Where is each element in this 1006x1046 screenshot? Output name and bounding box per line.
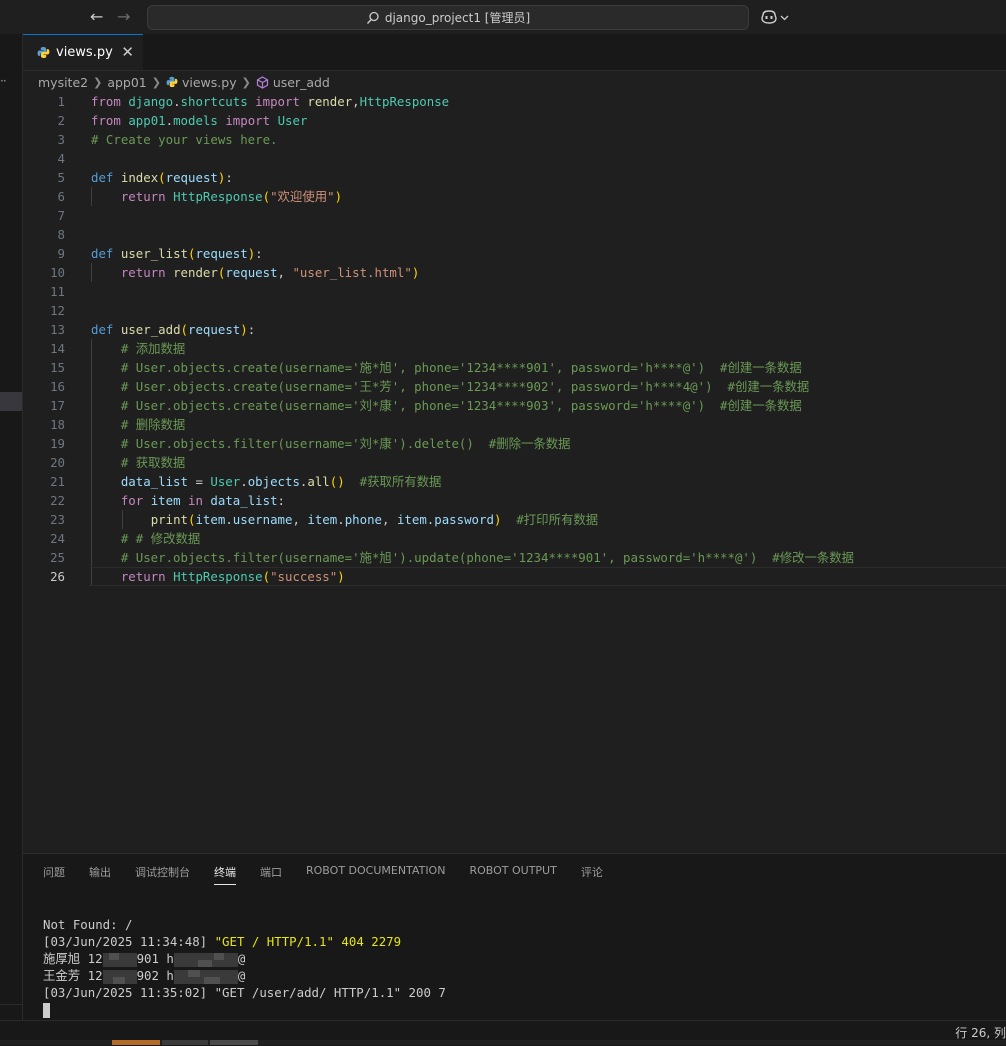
- panel-tabs: 问题 输出 调试控制台 终端 端口 ROBOT DOCUMENTATION RO…: [43, 864, 603, 885]
- terminal-cursor-line: [43, 1001, 446, 1018]
- title-bar: ← → django_project1 [管理员]: [0, 0, 1006, 34]
- tab-ports[interactable]: 端口: [260, 864, 282, 884]
- editor-tab-bar: views.py ✕: [23, 34, 1006, 71]
- code-line: 5 def index(request):: [57, 170, 233, 185]
- code-line: 8: [57, 227, 65, 242]
- activity-selection[interactable]: [0, 392, 22, 411]
- breadcrumb: mysite2 ❯ app01 ❯ views.py ❯ user_add: [38, 72, 330, 92]
- terminal-line: 王金芳 12 902 h @: [43, 968, 246, 984]
- window-title: django_project1 [管理员]: [384, 11, 531, 25]
- code-line: 12: [50, 303, 65, 318]
- copilot-icon: [761, 10, 777, 24]
- breadcrumb-folder-app01[interactable]: app01: [107, 75, 146, 90]
- terminal-output[interactable]: Not Found: / [03/Jun/2025 11:34:48] "GET…: [43, 916, 446, 1018]
- tab-views-py[interactable]: views.py ✕: [23, 34, 143, 70]
- close-icon[interactable]: ✕: [121, 44, 134, 60]
- chevron-right-icon: ❯: [151, 75, 161, 89]
- taskbar-item[interactable]: [210, 1040, 258, 1045]
- code-line: 4: [57, 151, 65, 166]
- divider: [0, 1004, 22, 1005]
- tab-debug-console[interactable]: 调试控制台: [135, 864, 190, 884]
- copilot-button[interactable]: [760, 9, 789, 25]
- taskbar-strip: [0, 1040, 1006, 1045]
- cursor-position[interactable]: 行 26, 列: [955, 1024, 1006, 1041]
- redacted-block: [173, 969, 238, 984]
- code-line: 15 # User.objects.create(username='施*旭',…: [50, 360, 802, 375]
- terminal-cursor: [43, 1003, 50, 1018]
- bottom-panel: 问题 输出 调试控制台 终端 端口 ROBOT DOCUMENTATION RO…: [23, 853, 1006, 1021]
- redacted-block: [173, 952, 238, 967]
- terminal-line: [03/Jun/2025 11:35:02] "GET /user/add/ H…: [43, 985, 446, 1000]
- code-line: 9 def user_list(request):: [57, 246, 263, 261]
- redacted-block: [102, 952, 137, 967]
- python-file-icon: [166, 76, 178, 88]
- terminal-line: 施厚旭 12 901 h @: [43, 951, 246, 967]
- chevron-right-icon: ❯: [93, 75, 103, 89]
- tab-terminal[interactable]: 终端: [214, 864, 236, 885]
- arrow-left-icon[interactable]: ←: [90, 8, 103, 26]
- more-icon[interactable]: ··: [0, 74, 7, 88]
- tab-output[interactable]: 输出: [89, 864, 111, 884]
- python-file-icon: [37, 47, 50, 58]
- code-line: 18 # 删除数据: [50, 417, 186, 432]
- code-line: 16 # User.objects.create(username='王*芳',…: [50, 379, 810, 394]
- code-line-current: 26 return HttpResponse("success"): [23, 567, 1006, 586]
- tab-robot-output[interactable]: ROBOT OUTPUT: [469, 864, 556, 884]
- code-line: 3 # Create your views here.: [57, 132, 278, 147]
- terminal-line: Not Found: /: [43, 917, 133, 932]
- code-line: 21 data_list = User.objects.all() #获取所有数…: [50, 474, 442, 489]
- chevron-down-icon: [780, 15, 789, 20]
- activity-bar: ··: [0, 34, 23, 1040]
- breadcrumb-folder-mysite2[interactable]: mysite2: [38, 75, 88, 90]
- code-line: 14 # 添加数据: [50, 341, 186, 356]
- tab-comments[interactable]: 评论: [581, 864, 603, 884]
- arrow-right-icon[interactable]: →: [117, 8, 130, 26]
- search-icon: [366, 11, 379, 24]
- redacted-block: [102, 969, 137, 984]
- code-line: 22 for item in data_list:: [50, 493, 286, 508]
- code-line: 17 # User.objects.create(username='刘*康',…: [50, 398, 802, 413]
- code-line: 19 # User.objects.filter(username='刘*康')…: [50, 436, 571, 451]
- code-line: 13 def user_add(request):: [50, 322, 256, 337]
- code-editor[interactable]: 1 from django.shortcuts import render,Htt…: [23, 92, 1006, 852]
- code-lines: 1 from django.shortcuts import render,Htt…: [23, 92, 1006, 586]
- code-line: 1 from django.shortcuts import render,Htt…: [57, 94, 450, 109]
- code-line: 2 from app01.models import User: [57, 113, 308, 128]
- breadcrumb-symbol[interactable]: user_add: [273, 75, 330, 90]
- code-line: 20 # 获取数据: [50, 455, 186, 470]
- tab-problems[interactable]: 问题: [43, 864, 65, 884]
- chevron-right-icon: ❯: [241, 75, 251, 89]
- code-line: 10 return render(request, "user_list.htm…: [50, 265, 420, 280]
- code-line: 6 return HttpResponse("欢迎使用"): [57, 189, 343, 204]
- taskbar-item[interactable]: [162, 1040, 208, 1045]
- code-line: 24 # # 修改数据: [50, 531, 201, 546]
- code-line: 25 # User.objects.filter(username='施*旭')…: [50, 550, 855, 565]
- tab-label: views.py: [56, 45, 113, 60]
- code-line: 23 print(item.username, item.phone, item…: [50, 512, 599, 527]
- terminal-line: [03/Jun/2025 11:34:48] "GET / HTTP/1.1" …: [43, 934, 402, 949]
- code-line: 7: [57, 208, 65, 223]
- code-line: 11: [50, 284, 65, 299]
- symbol-method-icon: [256, 75, 268, 89]
- tab-robot-documentation[interactable]: ROBOT DOCUMENTATION: [306, 864, 445, 884]
- command-center[interactable]: django_project1 [管理员]: [147, 5, 749, 30]
- taskbar-item[interactable]: [112, 1040, 160, 1045]
- breadcrumb-file[interactable]: views.py: [182, 75, 237, 90]
